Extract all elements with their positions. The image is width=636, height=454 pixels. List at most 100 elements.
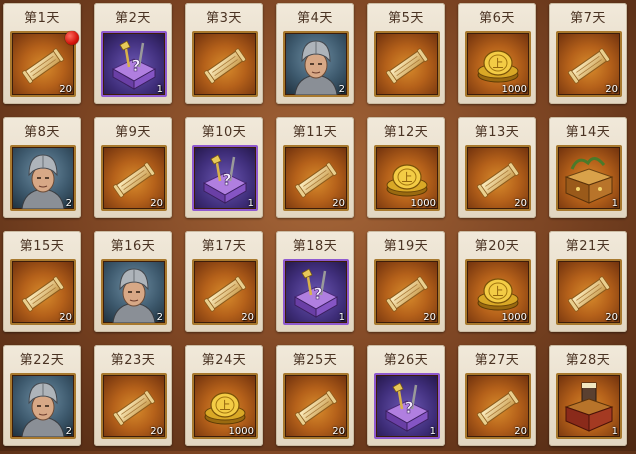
item-quantity: 2: [65, 198, 72, 209]
day-reward-card[interactable]: 第13天 20: [458, 117, 536, 218]
reward-item-slot[interactable]: [374, 31, 440, 97]
day-label: 第28天: [565, 353, 611, 368]
day-label: 第1天: [24, 11, 60, 26]
reward-item-slot[interactable]: 上 1000: [465, 259, 531, 325]
day-label: 第4天: [297, 11, 333, 26]
reward-item-slot[interactable]: 2: [283, 31, 349, 97]
reward-item-slot[interactable]: ? 1: [101, 31, 167, 97]
item-quantity: 20: [241, 312, 254, 323]
item-quantity: 20: [150, 198, 163, 209]
reward-item-slot[interactable]: [192, 31, 258, 97]
item-quantity: 20: [605, 312, 618, 323]
reward-item-slot[interactable]: ? 1: [283, 259, 349, 325]
reward-item-slot[interactable]: ? 1: [192, 145, 258, 211]
day-label: 第26天: [383, 353, 429, 368]
daily-reward-grid: 第1天 20 第2天 ? 1 第3天 第4天 2 第5天 第6天 上 1000 …: [0, 0, 636, 454]
day-reward-card[interactable]: 第12天 上 1000: [367, 117, 445, 218]
day-reward-card[interactable]: 第1天 20: [3, 3, 81, 104]
day-label: 第12天: [383, 125, 429, 140]
day-label: 第14天: [565, 125, 611, 140]
reward-item-slot[interactable]: 1: [556, 145, 622, 211]
svg-text:?: ?: [313, 284, 322, 303]
svg-text:上: 上: [493, 285, 504, 298]
day-reward-card[interactable]: 第27天 20: [458, 345, 536, 446]
reward-item-slot[interactable]: 20: [283, 145, 349, 211]
day-reward-card[interactable]: 第7天 20: [549, 3, 627, 104]
day-label: 第25天: [292, 353, 338, 368]
reward-item-slot[interactable]: ? 1: [374, 373, 440, 439]
reward-item-slot[interactable]: 20: [101, 373, 167, 439]
day-label: 第16天: [110, 239, 156, 254]
svg-text:?: ?: [222, 170, 231, 189]
day-label: 第3天: [206, 11, 242, 26]
day-reward-card[interactable]: 第6天 上 1000: [458, 3, 536, 104]
day-reward-card[interactable]: 第18天 ? 1: [276, 231, 354, 332]
item-quantity: 1: [611, 426, 618, 437]
day-reward-card[interactable]: 第28天 1: [549, 345, 627, 446]
reward-item-slot[interactable]: 20: [374, 259, 440, 325]
day-reward-card[interactable]: 第4天 2: [276, 3, 354, 104]
day-label: 第19天: [383, 239, 429, 254]
item-quantity: 1000: [410, 198, 436, 209]
item-quantity: 20: [605, 84, 618, 95]
svg-text:上: 上: [402, 171, 413, 184]
day-label: 第18天: [292, 239, 338, 254]
day-reward-card[interactable]: 第14天 1: [549, 117, 627, 218]
reward-item-slot[interactable]: 上 1000: [374, 145, 440, 211]
item-quantity: 20: [423, 312, 436, 323]
day-reward-card[interactable]: 第8天 2: [3, 117, 81, 218]
day-reward-card[interactable]: 第19天 20: [367, 231, 445, 332]
svg-text:上: 上: [493, 57, 504, 70]
day-label: 第17天: [201, 239, 247, 254]
day-reward-card[interactable]: 第17天 20: [185, 231, 263, 332]
day-reward-card[interactable]: 第16天 2: [94, 231, 172, 332]
day-reward-card[interactable]: 第11天 20: [276, 117, 354, 218]
reward-item-slot[interactable]: 20: [556, 31, 622, 97]
day-reward-card[interactable]: 第5天: [367, 3, 445, 104]
reward-item-slot[interactable]: 2: [101, 259, 167, 325]
reward-item-slot[interactable]: 20: [101, 145, 167, 211]
day-label: 第15天: [19, 239, 65, 254]
day-reward-card[interactable]: 第23天 20: [94, 345, 172, 446]
reward-item-slot[interactable]: 上 1000: [192, 373, 258, 439]
day-label: 第10天: [201, 125, 247, 140]
day-reward-card[interactable]: 第25天 20: [276, 345, 354, 446]
reward-item-slot[interactable]: 20: [556, 259, 622, 325]
reward-item-slot[interactable]: 20: [465, 373, 531, 439]
item-quantity: 1: [611, 198, 618, 209]
day-reward-card[interactable]: 第2天 ? 1: [94, 3, 172, 104]
reward-item-slot[interactable]: 1: [556, 373, 622, 439]
day-reward-card[interactable]: 第21天 20: [549, 231, 627, 332]
day-label: 第24天: [201, 353, 247, 368]
day-reward-card[interactable]: 第3天: [185, 3, 263, 104]
reward-item-slot[interactable]: 20: [192, 259, 258, 325]
day-reward-card[interactable]: 第26天 ? 1: [367, 345, 445, 446]
reward-item-slot[interactable]: 20: [10, 259, 76, 325]
day-reward-card[interactable]: 第15天 20: [3, 231, 81, 332]
item-quantity: 1000: [501, 84, 527, 95]
svg-text:?: ?: [131, 56, 140, 75]
item-quantity: 2: [156, 312, 163, 323]
day-label: 第20天: [474, 239, 520, 254]
reward-item-slot[interactable]: 20: [283, 373, 349, 439]
item-quantity: 1: [156, 84, 163, 95]
day-label: 第21天: [565, 239, 611, 254]
day-label: 第7天: [570, 11, 606, 26]
day-reward-card[interactable]: 第24天 上 1000: [185, 345, 263, 446]
day-reward-card[interactable]: 第20天 上 1000: [458, 231, 536, 332]
item-quantity: 2: [338, 84, 345, 95]
reward-item-slot[interactable]: 上 1000: [465, 31, 531, 97]
day-label: 第2天: [115, 11, 151, 26]
item-quantity: 1000: [228, 426, 254, 437]
day-label: 第27天: [474, 353, 520, 368]
reward-item-slot[interactable]: 20: [465, 145, 531, 211]
item-quantity: 20: [514, 426, 527, 437]
reward-item-slot[interactable]: 2: [10, 145, 76, 211]
item-quantity: 1: [338, 312, 345, 323]
day-reward-card[interactable]: 第9天 20: [94, 117, 172, 218]
reward-item-slot[interactable]: 2: [10, 373, 76, 439]
item-quantity: 20: [514, 198, 527, 209]
day-reward-card[interactable]: 第22天 2: [3, 345, 81, 446]
day-label: 第6天: [479, 11, 515, 26]
day-reward-card[interactable]: 第10天 ? 1: [185, 117, 263, 218]
